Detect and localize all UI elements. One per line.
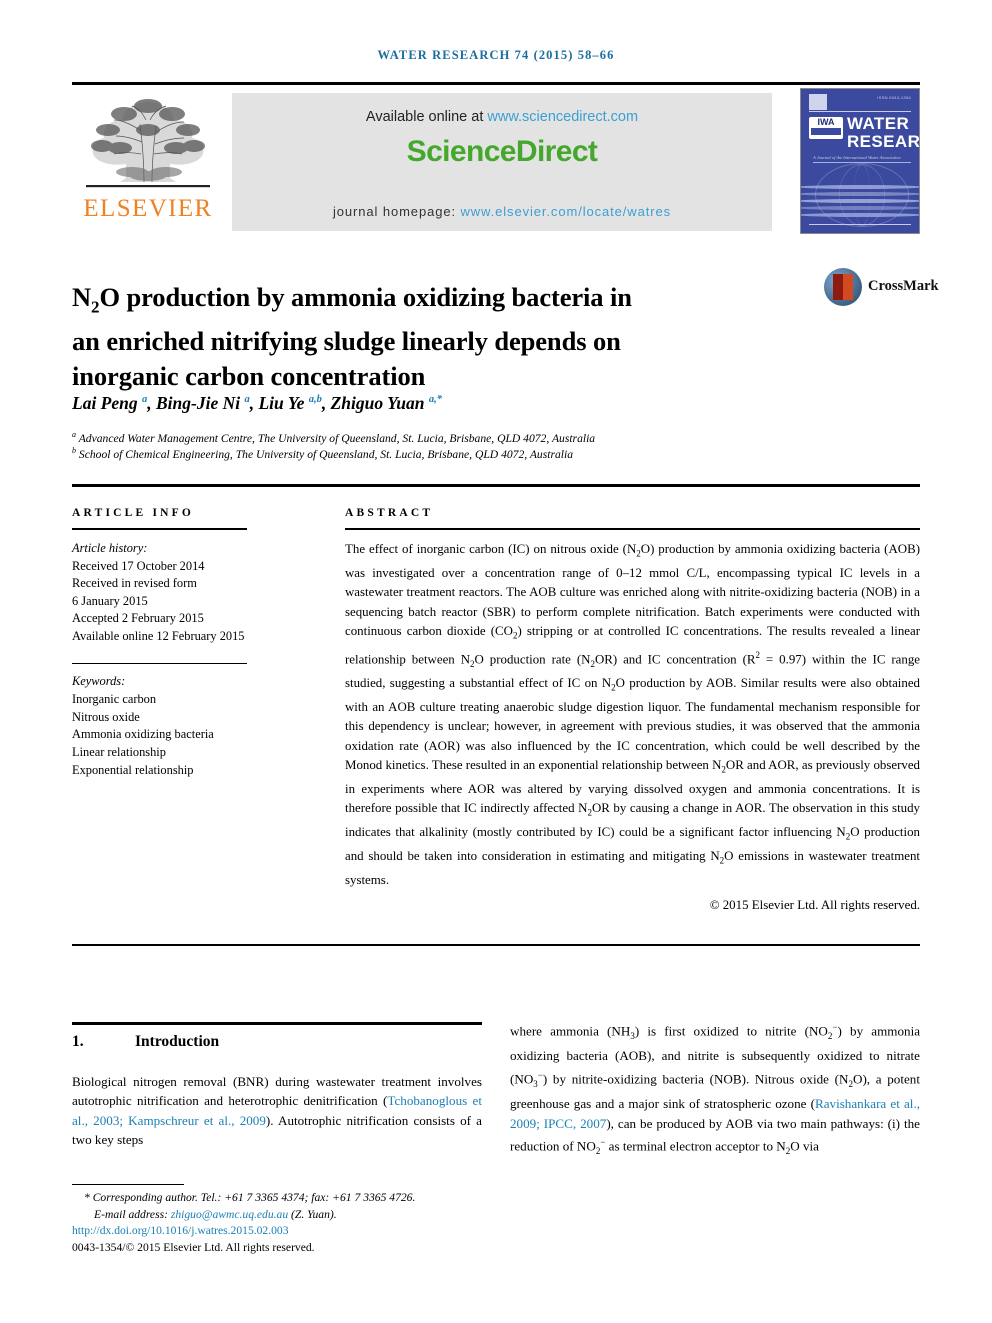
keywords-rule <box>72 663 247 665</box>
section-top-rule <box>72 1022 482 1025</box>
abstract-rule <box>345 528 920 530</box>
sciencedirect-banner: Available online at www.sciencedirect.co… <box>232 93 772 231</box>
keyword-0: Inorganic carbon <box>72 691 157 706</box>
keywords-label: Keywords: <box>72 674 126 688</box>
article-history-label: Article history: <box>72 541 148 555</box>
corresponding-author-note: * Corresponding author. Tel.: +61 7 3365… <box>84 1191 416 1204</box>
running-head: WATER RESEARCH 74 (2015) 58–66 <box>377 48 615 62</box>
author-2: Bing-Jie Ni a <box>156 393 250 413</box>
intro-column-left: Biological nitrogen removal (BNR) during… <box>72 1074 482 1148</box>
abstract-text: The effect of inorganic carbon (IC) on n… <box>345 542 921 888</box>
journal-cover-image: ISSN 0043-1354 IWA WATER RESEARCH A Jour… <box>800 88 920 234</box>
abstract-top-rule <box>72 484 920 487</box>
affiliation-b-mark: b <box>72 446 76 455</box>
header-rule <box>72 82 920 85</box>
available-online-line: Available online at www.sciencedirect.co… <box>232 109 772 125</box>
history-item-4: Available online 12 February 2015 <box>72 628 245 643</box>
available-online-label: Available online at <box>365 109 488 125</box>
cover-title-line1: WATER <box>847 114 910 133</box>
title-line-2: an enriched nitrifying sludge linearly d… <box>72 326 621 357</box>
journal-homepage-label: journal homepage: <box>332 204 461 219</box>
crossmark-book-left-icon <box>833 274 843 300</box>
keyword-4: Exponential relationship <box>72 762 194 777</box>
keyword-2: Ammonia oxidizing bacteria <box>72 727 214 742</box>
affiliation-a-mark: a <box>72 430 76 439</box>
sciencedirect-logo[interactable]: ScienceDirect <box>232 135 772 169</box>
history-item-1: Received in revised form <box>72 576 197 590</box>
author-1: Lai Peng a <box>72 393 148 413</box>
journal-homepage-link[interactable]: www.elsevier.com/locate/watres <box>460 204 671 219</box>
section-title: Introduction <box>135 1033 220 1050</box>
keyword-3: Linear relationship <box>72 745 166 760</box>
crossmark-badge[interactable]: CrossMark <box>824 268 939 310</box>
citation-link[interactable]: Ravishankara et al., 2009; IPCC, 2007 <box>510 1096 920 1130</box>
cover-title-line2: RESEARCH <box>847 132 920 151</box>
elsevier-tree-icon <box>86 99 210 188</box>
affiliation-b: b School of Chemical Engineering, The Un… <box>72 443 872 462</box>
title-line-1: N2O production by ammonia oxidizing bact… <box>72 281 632 317</box>
keywords-list: Keywords: Inorganic carbon Nitrous oxide… <box>72 673 292 780</box>
history-item-0: Received 17 October 2014 <box>72 558 205 573</box>
doi-link[interactable]: http://dx.doi.org/10.1016/j.watres.2015.… <box>72 1223 492 1240</box>
page-title: N2O production by ammonia oxidizing bact… <box>72 280 682 394</box>
abstract-bottom-rule <box>72 944 920 947</box>
cover-bottom-rule <box>809 224 911 225</box>
elsevier-wordmark: ELSEVIER <box>83 195 213 222</box>
title-line-3: inorganic carbon concentration <box>72 361 426 392</box>
abstract-copyright: © 2015 Elsevier Ltd. All rights reserved… <box>709 898 920 912</box>
author-3: Liu Ye a,b <box>258 393 322 413</box>
history-item-2: 6 January 2015 <box>72 593 148 608</box>
sciencedirect-link[interactable]: www.sciencedirect.com <box>487 109 638 125</box>
intro-column-right: where ammonia (NH3) is first oxidized to… <box>510 1022 921 1156</box>
abstract-heading: ABSTRACT <box>345 507 434 519</box>
author-4: Zhiguo Yuan a,* <box>330 393 442 413</box>
issn-copyright-line: 0043-1354/© 2015 Elsevier Ltd. All right… <box>72 1240 315 1254</box>
footnote-block: * Corresponding author. Tel.: +61 7 3365… <box>72 1190 492 1256</box>
email-line: E-mail address: zhiguo@awmc.uq.edu.au (Z… <box>72 1207 492 1224</box>
cover-subtitle: A Journal of the International Water Ass… <box>813 155 911 163</box>
masthead: ELSEVIER Available online at www.science… <box>72 88 920 236</box>
email-suffix: (Z. Yuan). <box>288 1207 337 1221</box>
article-history: Article history: Received 17 October 201… <box>72 540 292 645</box>
iwa-logo-icon: IWA <box>809 117 843 139</box>
citation-link[interactable]: Tchobanoglous et al., 2003; Kampschreur … <box>72 1093 482 1127</box>
affiliation-b-text: School of Chemical Engineering, The Univ… <box>78 447 573 461</box>
paper-page: WATER RESEARCH 74 (2015) 58–66 ELSEVIER … <box>0 0 992 1323</box>
section-number: 1. <box>72 1033 84 1050</box>
email-label: E-mail address: <box>94 1207 171 1221</box>
email-link[interactable]: zhiguo@awmc.uq.edu.au <box>171 1208 288 1221</box>
crossmark-book-right-icon <box>843 274 853 300</box>
footnote-rule <box>72 1184 184 1186</box>
journal-homepage-line: journal homepage: www.elsevier.com/locat… <box>232 204 772 219</box>
article-info-heading: ARTICLE INFO <box>72 507 195 519</box>
elsevier-logo: ELSEVIER <box>72 88 224 236</box>
keyword-1: Nitrous oxide <box>72 709 140 724</box>
article-info-rule <box>72 528 247 530</box>
history-item-3: Accepted 2 February 2015 <box>72 611 204 625</box>
crossmark-label: CrossMark <box>868 278 939 294</box>
iwa-logo-text: IWA <box>817 117 835 127</box>
sciencedirect-logo-text: ScienceDirect <box>406 135 598 168</box>
cover-title: WATER RESEARCH <box>847 114 920 151</box>
cover-issn: ISSN 0043-1354 <box>877 95 911 100</box>
author-list: Lai Peng a, Bing-Jie Ni a, Liu Ye a,b, Z… <box>72 393 442 413</box>
